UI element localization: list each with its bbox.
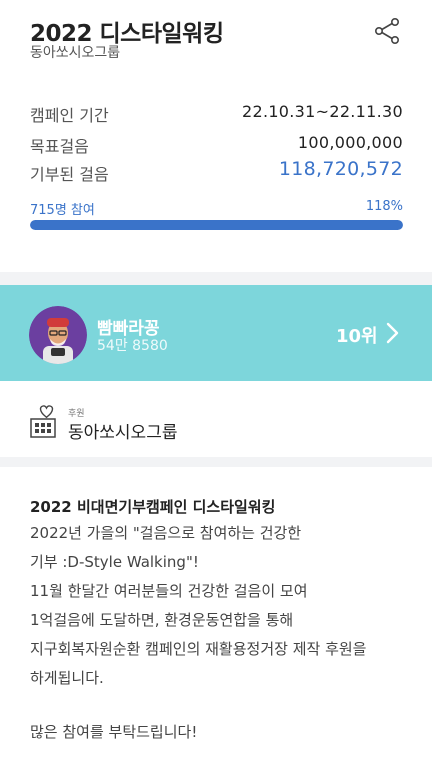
description-line: 하게됩니다.: [30, 669, 104, 687]
donated-label: 기부된 걸음: [30, 165, 109, 184]
description-title: 2022 비대면기부캠페인 디스타일워킹: [30, 498, 276, 516]
description-line: 기부 :D-Style Walking"!: [30, 553, 199, 571]
goal-label: 목표걸음: [30, 137, 89, 156]
my-ranking-banner[interactable]: 빰빠라꽁 54만 8580 10위: [0, 285, 432, 381]
sponsor-name: 동아쏘시오그룹: [68, 423, 178, 443]
description-line: 많은 참여를 부탁드립니다!: [30, 723, 198, 741]
description-line: 1억걸음에 도달하면, 환경운동연합을 통해: [30, 611, 294, 629]
goal-value: 100,000,000: [297, 133, 403, 152]
chevron-right-icon[interactable]: [384, 321, 400, 345]
avatar: [29, 306, 87, 364]
share-icon[interactable]: [371, 15, 403, 47]
donated-row: 기부된 걸음 118,720,572: [30, 158, 403, 187]
progress-percent: 118%: [365, 199, 403, 214]
organizer-name: 동아쏘시오그룹: [30, 45, 121, 61]
description-line: 11월 한달간 여러분들의 건강한 걸음이 모여: [30, 582, 308, 600]
campaign-description: 2022 비대면기부캠페인 디스타일워킹 2022년 가을의 "걸음으로 참여하…: [0, 467, 432, 761]
campaign-summary-card: 2022 디스타일워킹 동아쏘시오그룹 캠페인 기간 22.10.31~22.1…: [0, 0, 432, 272]
progress-bar-fill: [30, 220, 403, 230]
user-steps: 54만 8580: [97, 338, 168, 354]
period-row: 캠페인 기간 22.10.31~22.11.30: [30, 102, 403, 128]
description-line: 2022년 가을의 "걸음으로 참여하는 건강한: [30, 524, 302, 542]
period-label: 캠페인 기간: [30, 106, 109, 125]
building-heart-icon: [30, 405, 56, 438]
goal-row: 목표걸음 100,000,000: [30, 133, 403, 159]
description-line: 지구회복자원순환 캠페인의 재활용정거장 제작 후원을: [30, 640, 367, 658]
donated-value: 118,720,572: [278, 158, 403, 180]
user-rank: 10위: [336, 326, 378, 347]
progress-bar: [30, 220, 403, 230]
participants-count: 715명 참여: [30, 203, 95, 218]
sponsor-section: 후원 동아쏘시오그룹: [0, 381, 432, 457]
period-value: 22.10.31~22.11.30: [241, 102, 403, 121]
